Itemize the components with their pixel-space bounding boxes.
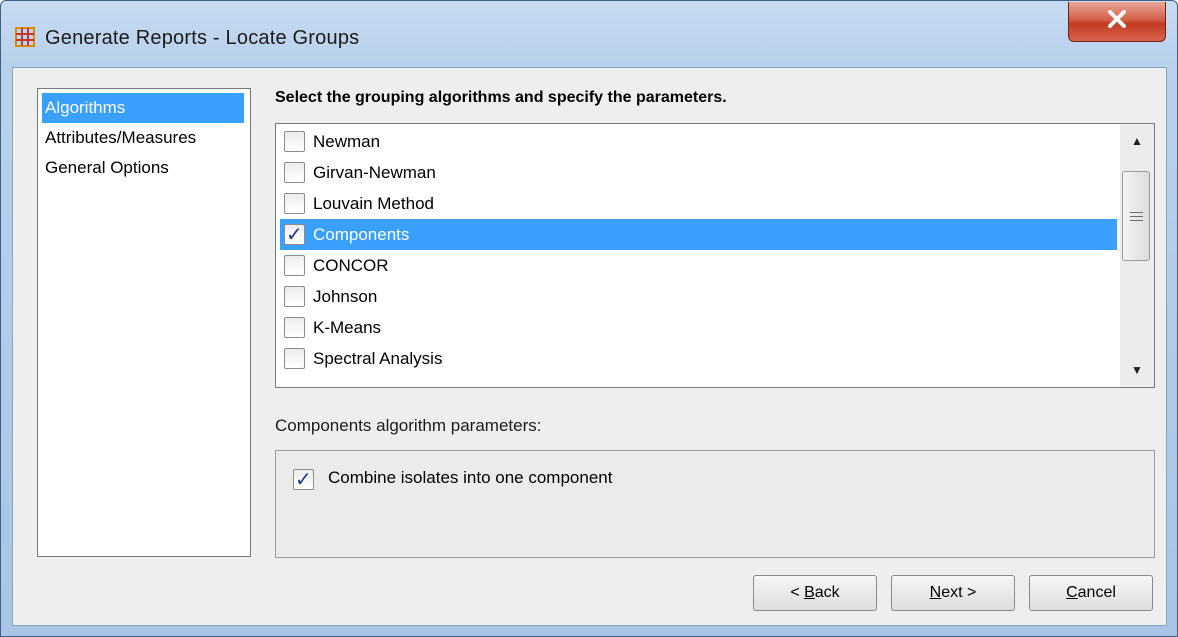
scroll-thumb[interactable] — [1122, 171, 1150, 261]
next-button-rest: ext > — [941, 584, 977, 601]
algorithm-label: Johnson — [313, 287, 378, 306]
checkmark-icon: ✓ — [286, 222, 303, 246]
algorithm-checkbox[interactable]: ✓ — [284, 222, 305, 246]
close-icon — [1106, 9, 1128, 34]
scroll-up-arrow-icon[interactable]: ▲ — [1120, 126, 1154, 156]
algorithm-label: CONCOR — [313, 256, 389, 275]
window-title: Generate Reports - Locate Groups — [45, 27, 360, 49]
algorithm-label: Components — [313, 225, 410, 244]
algorithm-list: Newman Girvan-Newman Louvain Method ✓ Co… — [275, 123, 1155, 388]
grid-app-icon — [15, 27, 35, 47]
nav-item-algorithms[interactable]: Algorithms — [42, 93, 244, 123]
algorithm-label: Spectral Analysis — [313, 349, 443, 368]
dialog-content: Algorithms Attributes/Measures General O… — [12, 67, 1167, 626]
grip-line — [1130, 220, 1143, 221]
grip-line — [1130, 216, 1143, 217]
list-item-spectral-analysis[interactable]: Spectral Analysis — [280, 343, 1117, 374]
close-button[interactable] — [1068, 2, 1166, 42]
list-item-k-means[interactable]: K-Means — [280, 312, 1117, 343]
next-button[interactable]: Next > — [891, 575, 1015, 611]
list-item-concor[interactable]: CONCOR — [280, 250, 1117, 281]
algorithm-label: Girvan-Newman — [313, 163, 436, 182]
back-button-prefix: < — [790, 584, 805, 601]
next-button-mnemonic: N — [929, 584, 942, 601]
algorithm-checkbox[interactable] — [284, 348, 305, 369]
algorithm-checkbox[interactable] — [284, 317, 305, 338]
parameters-panel: ✓ Combine isolates into one component — [275, 450, 1155, 558]
checkmark-icon: ✓ — [295, 467, 312, 491]
combine-isolates-label[interactable]: Combine isolates into one component — [328, 468, 612, 488]
parameters-heading: Components algorithm parameters: — [275, 416, 542, 435]
algorithm-checkbox[interactable] — [284, 286, 305, 307]
algorithm-checkbox[interactable] — [284, 131, 305, 152]
back-button-rest: ack — [814, 584, 840, 601]
category-list: Algorithms Attributes/Measures General O… — [37, 88, 251, 557]
algorithm-checkbox[interactable] — [284, 255, 305, 276]
list-item-johnson[interactable]: Johnson — [280, 281, 1117, 312]
nav-item-attributes-measures[interactable]: Attributes/Measures — [42, 123, 244, 153]
algorithm-checkbox[interactable] — [284, 193, 305, 214]
list-item-newman[interactable]: Newman — [280, 126, 1117, 157]
algorithm-label: K-Means — [313, 318, 382, 337]
algorithm-checkbox[interactable] — [284, 162, 305, 183]
vertical-scrollbar[interactable]: ▲ ▼ — [1120, 124, 1154, 387]
back-button[interactable]: < Back — [753, 575, 877, 611]
algorithm-label: Newman — [313, 132, 381, 151]
dialog-window: Generate Reports - Locate Groups Algorit… — [0, 0, 1178, 637]
title-bar[interactable]: Generate Reports - Locate Groups — [1, 1, 1177, 67]
list-item-girvan-newman[interactable]: Girvan-Newman — [280, 157, 1117, 188]
instruction-text: Select the grouping algorithms and speci… — [275, 89, 727, 106]
nav-item-general-options[interactable]: General Options — [42, 153, 244, 183]
scroll-down-arrow-icon[interactable]: ▼ — [1120, 355, 1154, 385]
back-button-mnemonic: B — [804, 584, 815, 601]
grip-line — [1130, 212, 1143, 213]
list-item-components[interactable]: ✓ Components — [280, 219, 1117, 250]
algorithm-label: Louvain Method — [313, 194, 434, 213]
combine-isolates-checkbox[interactable]: ✓ — [293, 467, 314, 491]
cancel-button-rest: ancel — [1077, 584, 1116, 601]
list-item-louvain-method[interactable]: Louvain Method — [280, 188, 1117, 219]
cancel-button-mnemonic: C — [1066, 584, 1078, 601]
cancel-button[interactable]: Cancel — [1029, 575, 1153, 611]
